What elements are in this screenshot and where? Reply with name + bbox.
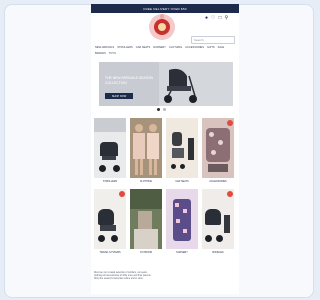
product-image	[166, 118, 198, 178]
hero-button-label: SHOP NOW	[111, 94, 127, 98]
product-label: TRAVEL SYSTEMS	[99, 251, 121, 254]
product-image	[94, 189, 126, 249]
nav-item[interactable]: SALE	[218, 46, 225, 50]
product-label: OUTDOOR	[139, 251, 153, 254]
product-image	[130, 118, 162, 178]
product-image	[166, 189, 198, 249]
product-label: CLOTHING	[139, 180, 153, 183]
user-icon[interactable]: ●	[205, 16, 208, 21]
hero-banner[interactable]: THE NEW ARRIVALS SEASON COLLECTION SHOP …	[99, 62, 233, 106]
product-tile[interactable]: ACCESSORIES	[202, 118, 234, 183]
search-input[interactable]: Search	[191, 36, 235, 44]
sale-badge	[119, 191, 125, 197]
product-tile[interactable]: OUTDOOR	[130, 189, 162, 254]
product-tile[interactable]: NURSERY	[166, 189, 198, 254]
product-label: ACCESSORIES	[209, 180, 227, 183]
carousel-dot-active[interactable]	[157, 108, 160, 111]
sale-badge	[227, 120, 233, 126]
product-image	[202, 118, 234, 178]
nav-item[interactable]: NURSERY	[153, 46, 166, 50]
header-icons: ● ♡ □ ⚲	[205, 16, 228, 21]
nav-item[interactable]: CAR SEATS	[136, 46, 151, 50]
product-label: CAR SEATS	[175, 180, 189, 183]
nav-item[interactable]: TOYS	[109, 52, 116, 56]
main-navigation: NEW ARRIVALS STROLLERS CAR SEATS NURSERY…	[95, 46, 235, 56]
stroller-image	[164, 68, 197, 103]
webpage: FREE DELIVERY OVER $50 ● ♡ □ ⚲ Search NE…	[91, 4, 239, 294]
product-tile[interactable]: STROLLERS	[94, 118, 126, 183]
nav-item[interactable]: CLOTHING	[169, 46, 182, 50]
footer-line: Shop the season's favourites online and …	[94, 278, 144, 281]
product-tile[interactable]: TRAVEL SYSTEMS	[94, 189, 126, 254]
product-image	[202, 189, 234, 249]
logo-center	[158, 23, 166, 31]
product-label: STROLLERS	[102, 180, 118, 183]
sale-badge	[227, 191, 233, 197]
carousel-dot[interactable]	[163, 108, 166, 111]
nav-item[interactable]: ACCESSORIES	[185, 46, 204, 50]
carousel-dots	[157, 108, 166, 111]
product-tile[interactable]: CLOTHING	[130, 118, 162, 183]
product-tile[interactable]: BUNDLES	[202, 189, 234, 254]
hero-title: THE NEW ARRIVALS SEASON COLLECTION	[105, 76, 153, 85]
footer-text: Discover our curated selection of stroll…	[94, 272, 236, 282]
nav-item[interactable]: STROLLERS	[117, 46, 132, 50]
bag-icon[interactable]: □	[219, 16, 222, 21]
announcement-bar: FREE DELIVERY OVER $50	[91, 4, 239, 13]
nav-item[interactable]: BRANDS	[95, 52, 106, 56]
product-image	[94, 118, 126, 178]
search-icon[interactable]: ⚲	[225, 16, 229, 21]
nav-item[interactable]: NEW ARRIVALS	[95, 46, 114, 50]
product-image	[130, 189, 162, 249]
nav-item[interactable]: GIFTS	[207, 46, 215, 50]
product-label: NURSERY	[176, 251, 188, 254]
product-label: BUNDLES	[212, 251, 224, 254]
hero-shop-button[interactable]: SHOP NOW	[105, 93, 133, 99]
heart-icon[interactable]: ♡	[211, 16, 215, 21]
announcement-text: FREE DELIVERY OVER $50	[143, 6, 187, 11]
product-tile[interactable]: CAR SEATS	[166, 118, 198, 183]
search-placeholder: Search	[194, 38, 204, 42]
brand-logo[interactable]	[149, 14, 175, 40]
product-grid: STROLLERS CLOTHING CAR SEATS ACCESSORIES…	[94, 118, 236, 254]
